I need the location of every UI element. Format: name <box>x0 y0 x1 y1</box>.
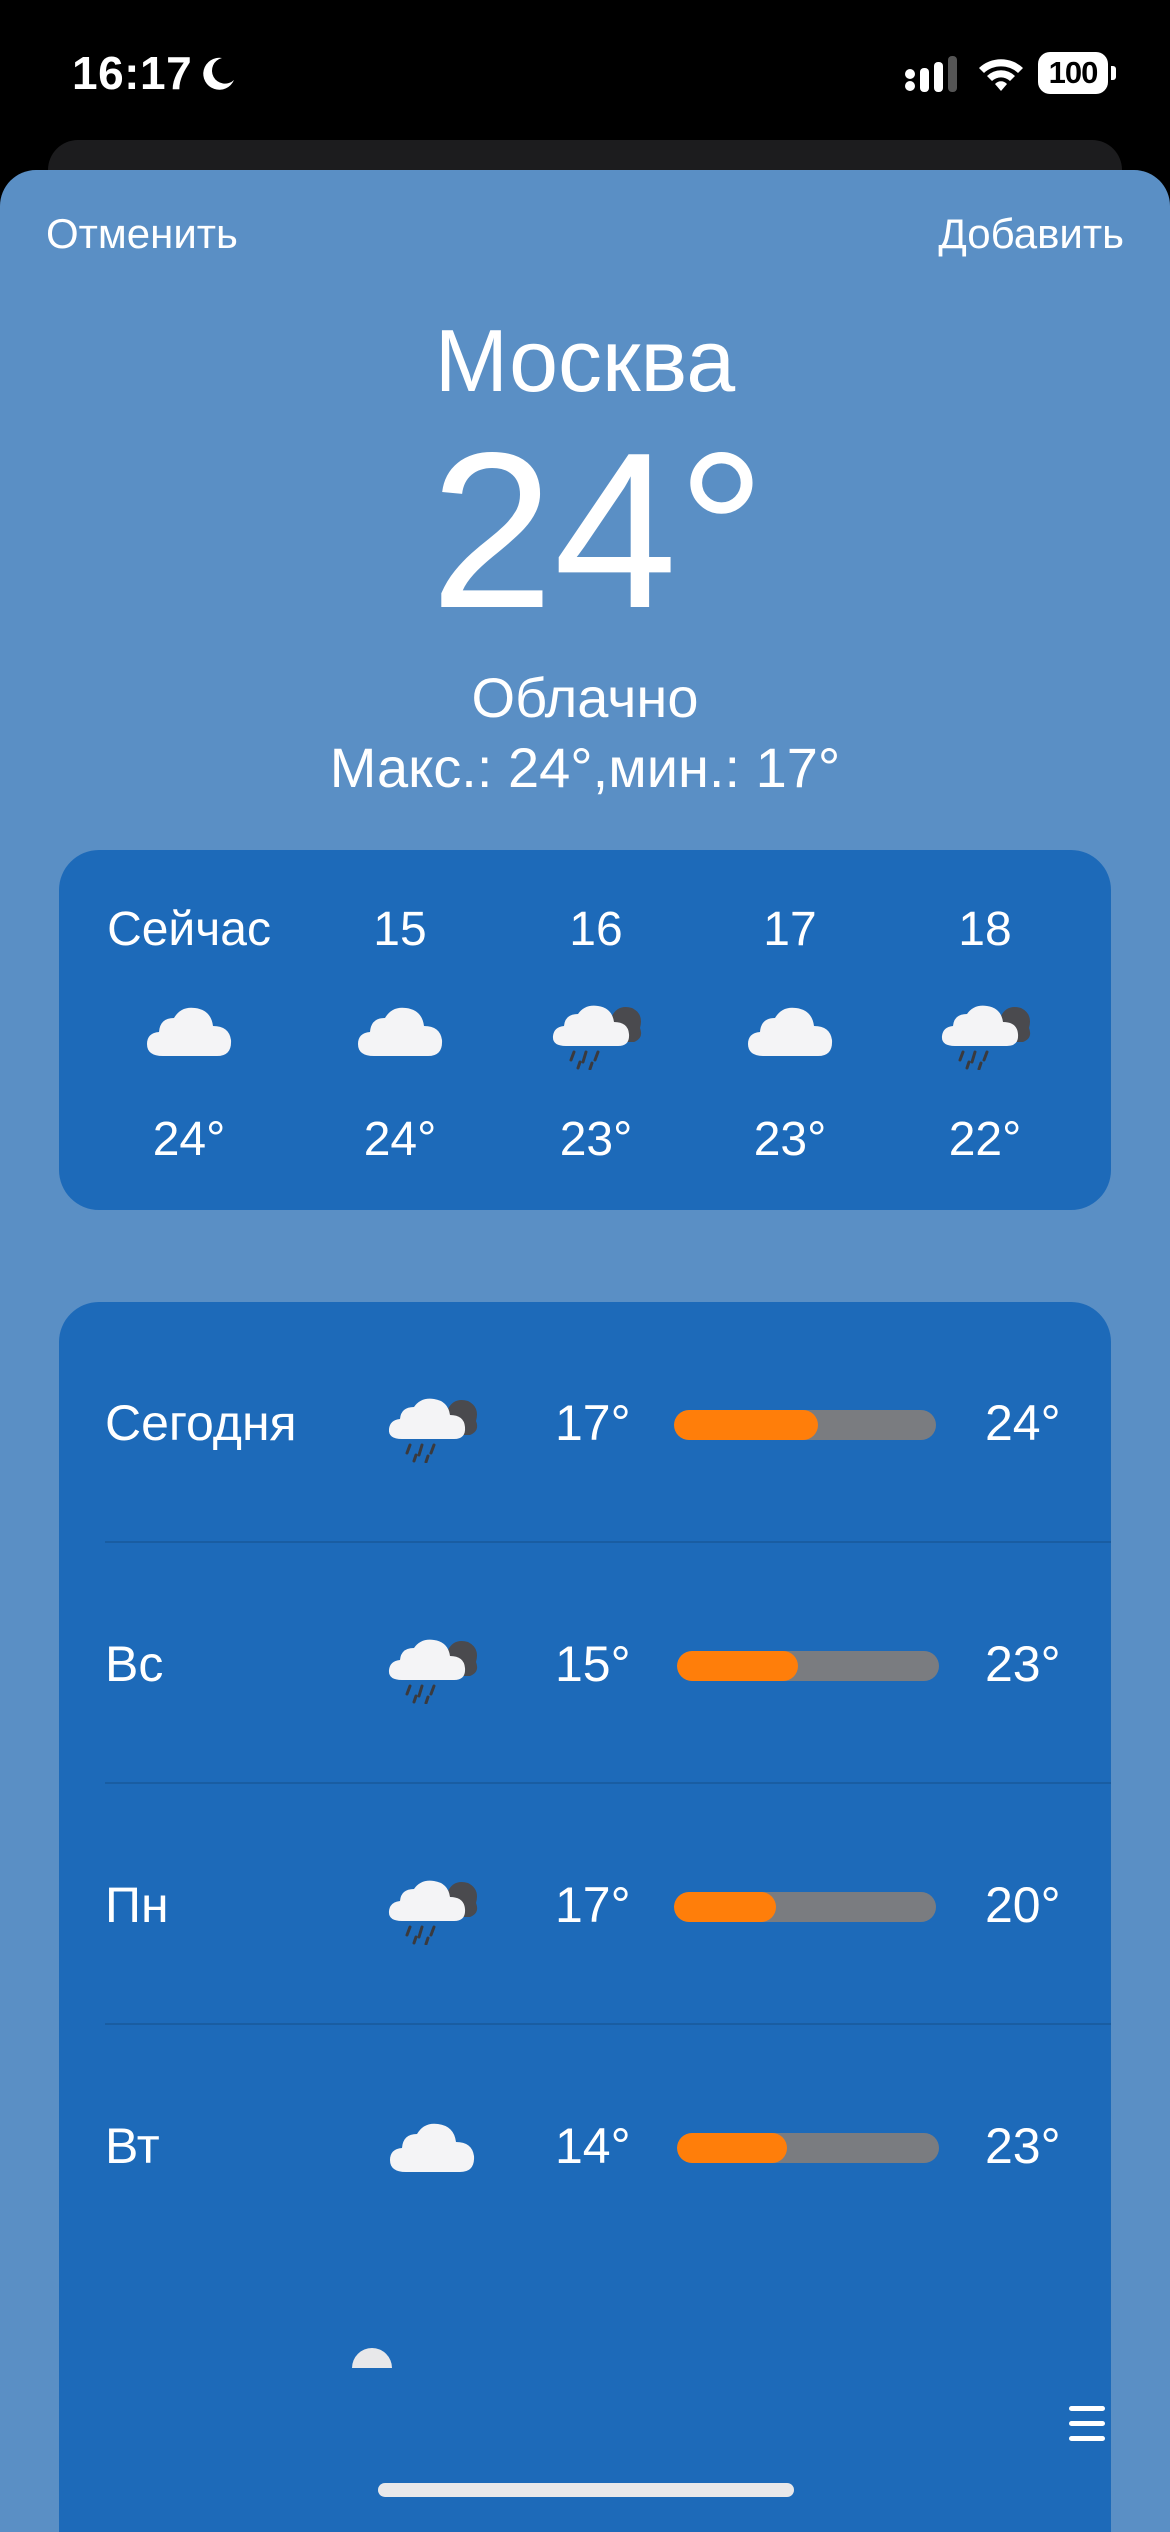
day-low: 17° <box>555 1395 631 1451</box>
status-bar: 16:17 100 <box>0 0 1170 150</box>
day-row: Сегодня 17° 24° <box>59 1302 1111 1543</box>
home-indicator[interactable] <box>378 2483 794 2497</box>
temperature-range-bar <box>674 1410 936 1440</box>
cloud-icon <box>141 990 237 1070</box>
day-row: Вс 15° 23° <box>59 1543 1111 1784</box>
add-button[interactable]: Добавить <box>938 210 1124 258</box>
cloud-rain-icon <box>937 990 1033 1070</box>
temperature-range-fill <box>674 1892 777 1922</box>
hour-label: 17 <box>763 903 817 956</box>
hour-temp: 23° <box>559 1113 633 1166</box>
weather-preview-sheet: Отменить Добавить Москва 24° Облачно Мак… <box>0 170 1170 2532</box>
cancel-button[interactable]: Отменить <box>46 210 238 258</box>
hour-item: 17 23° <box>690 850 890 1210</box>
condition-text: Облачно <box>471 666 699 729</box>
temperature-range-bar <box>677 1651 939 1681</box>
day-name: Вт <box>105 2118 160 2174</box>
day-name: Сегодня <box>105 1395 297 1451</box>
temperature-range-bar <box>674 1892 936 1922</box>
temperature-range-bar <box>677 2133 939 2163</box>
status-time: 16:17 <box>72 47 193 99</box>
day-high: 23° <box>985 2118 1061 2174</box>
temperature-range-fill <box>674 1410 819 1440</box>
cloud-rain-icon <box>384 1380 480 1466</box>
hour-item: 18 22° <box>885 850 1085 1210</box>
day-row: Пн 17° 20° <box>59 1784 1111 2025</box>
high-low-text: Макс.: 24°,мин.: 17° <box>329 736 841 799</box>
day-name: Вс <box>105 1636 164 1692</box>
battery-level: 100 <box>1038 52 1108 94</box>
wifi-icon <box>979 59 1023 91</box>
battery-icon: 100 <box>1038 52 1118 94</box>
day-low: 15° <box>555 1636 631 1692</box>
hour-label: Сейчас <box>107 903 271 956</box>
cloud-rain-icon <box>384 1621 480 1707</box>
cloud-icon <box>742 990 838 1070</box>
cloud-rain-icon <box>384 1862 480 1948</box>
cellular-signal-icon <box>905 56 957 92</box>
hour-temp: 24° <box>152 1113 226 1166</box>
hour-item: 16 23° <box>496 850 696 1210</box>
day-name: Пн <box>105 1877 169 1933</box>
cloud-icon <box>352 990 448 1070</box>
day-low: 14° <box>555 2118 631 2174</box>
hour-label: 15 <box>373 903 427 956</box>
daily-forecast[interactable]: Сегодня 17° 24° Вс 15° 23° Пн 17° 20° Вт <box>59 1302 1111 2532</box>
hour-label: 16 <box>569 903 623 956</box>
hour-temp: 24° <box>363 1113 437 1166</box>
hour-temp: 22° <box>948 1113 1022 1166</box>
temperature-range-fill <box>677 1651 798 1681</box>
day-low: 17° <box>555 1877 631 1933</box>
current-temperature: 24° <box>430 407 766 655</box>
moon-icon <box>203 57 234 90</box>
day-high: 24° <box>985 1395 1061 1451</box>
cloud-rain-icon <box>548 990 644 1070</box>
cloud-icon <box>384 2103 480 2189</box>
hour-label: 18 <box>958 903 1012 956</box>
hour-item: Сейчас 24° <box>89 850 289 1210</box>
list-menu-icon[interactable] <box>1065 2402 1109 2446</box>
day-row: Вт 14° 23° <box>59 2025 1111 2266</box>
hourly-forecast[interactable]: Сейчас 24° 15 24° 16 23° 17 23° 18 22° <box>59 850 1111 1210</box>
hour-item: 15 24° <box>300 850 500 1210</box>
day-high: 23° <box>985 1636 1061 1692</box>
hour-temp: 23° <box>753 1113 827 1166</box>
day-high: 20° <box>985 1877 1061 1933</box>
city-name: Москва <box>434 311 736 410</box>
temperature-range-fill <box>677 2133 788 2163</box>
